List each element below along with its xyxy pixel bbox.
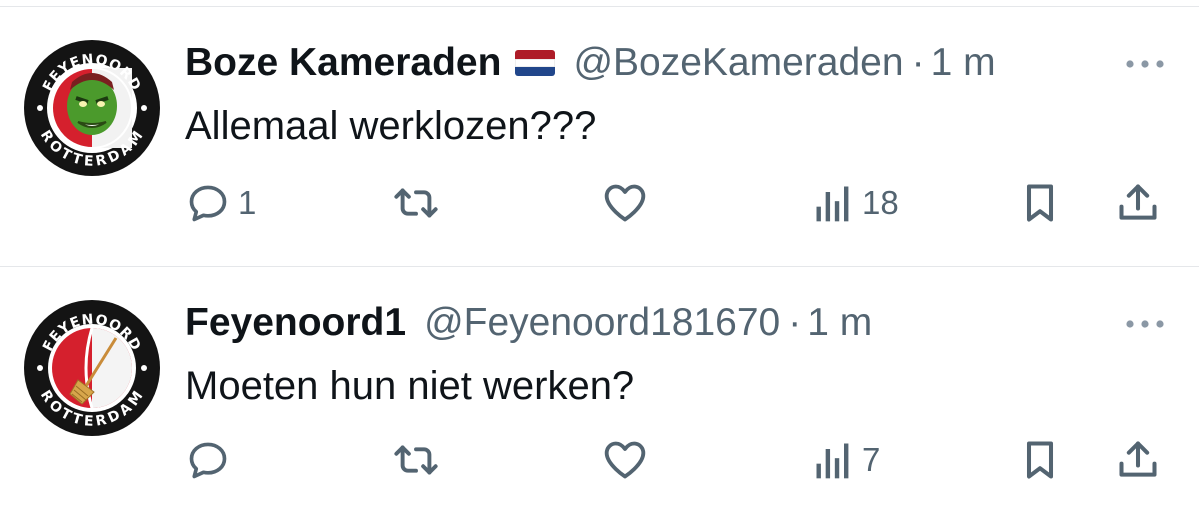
share-button[interactable] xyxy=(1114,434,1162,486)
timestamp[interactable]: 1 m xyxy=(931,41,996,85)
reply-button[interactable]: 1 xyxy=(186,177,256,229)
bookmark-button[interactable] xyxy=(1020,177,1060,229)
netherlands-flag-icon xyxy=(515,50,556,76)
display-name[interactable]: Feyenoord1 xyxy=(185,301,406,345)
views-button[interactable]: 18 xyxy=(812,177,899,229)
views-count: 18 xyxy=(862,184,899,221)
reply-icon xyxy=(186,438,230,482)
tweet-actions: 1 18 xyxy=(0,177,1199,229)
tweet[interactable]: FEYENOORD ROTTERDAM Feyenoord1 @Feyenoor… xyxy=(0,267,1199,512)
tweet-header: Boze Kameraden @BozeKameraden · 1 m xyxy=(185,33,996,93)
avatar[interactable]: FEYENOORD ROTTERDAM xyxy=(24,300,160,436)
more-icon[interactable] xyxy=(1122,54,1168,74)
views-button[interactable]: 7 xyxy=(812,434,880,486)
avatar[interactable]: FEYENOORD ROTTERDAM xyxy=(24,40,160,176)
display-name[interactable]: Boze Kameraden xyxy=(185,41,501,85)
bookmark-icon xyxy=(1020,181,1060,225)
reply-button[interactable] xyxy=(186,434,238,486)
tweet[interactable]: FEYENOORD ROTTERDAM Boze Kameraden @Boze… xyxy=(0,0,1199,266)
retweet-button[interactable] xyxy=(391,177,449,229)
tweet-actions: 7 xyxy=(0,434,1199,486)
like-button[interactable] xyxy=(601,177,657,229)
separator-dot: · xyxy=(911,41,925,84)
bookmark-icon xyxy=(1020,438,1060,482)
share-button[interactable] xyxy=(1114,177,1162,229)
tweet-text: Moeten hun niet werken? xyxy=(185,364,635,408)
user-handle[interactable]: @Feyenoord181670 xyxy=(424,301,780,345)
retweet-icon xyxy=(391,181,441,225)
like-button[interactable] xyxy=(601,434,657,486)
like-icon xyxy=(601,438,649,482)
reply-icon xyxy=(186,181,230,225)
user-handle[interactable]: @BozeKameraden xyxy=(573,41,903,85)
tweet-text: Allemaal werklozen??? xyxy=(185,104,597,148)
views-icon xyxy=(812,438,854,482)
bookmark-button[interactable] xyxy=(1020,434,1060,486)
share-icon xyxy=(1114,181,1162,225)
retweet-button[interactable] xyxy=(391,434,449,486)
timestamp[interactable]: 1 m xyxy=(807,301,872,345)
retweet-icon xyxy=(391,438,441,482)
more-icon[interactable] xyxy=(1122,314,1168,334)
tweet-header: Feyenoord1 @Feyenoord181670 · 1 m xyxy=(185,293,872,353)
separator-dot: · xyxy=(788,301,802,344)
like-icon xyxy=(601,181,649,225)
views-count: 7 xyxy=(862,441,881,478)
share-icon xyxy=(1114,438,1162,482)
reply-count: 1 xyxy=(238,184,257,221)
views-icon xyxy=(812,181,854,225)
